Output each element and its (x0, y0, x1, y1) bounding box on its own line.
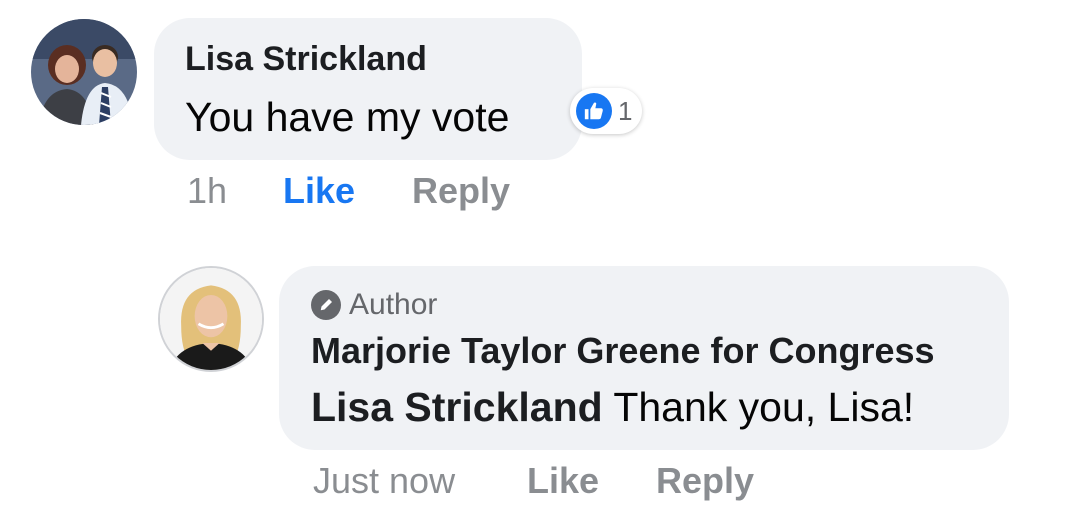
reply-button[interactable]: Reply (412, 170, 510, 212)
like-button[interactable]: Like (283, 170, 355, 212)
comment-timestamp: 1h (187, 170, 228, 211)
pencil-icon (311, 290, 341, 320)
page-avatar[interactable] (158, 266, 264, 372)
thumbs-up-icon (576, 93, 612, 129)
avatar-photo (31, 19, 137, 125)
reply-timestamp: Just now (313, 460, 456, 501)
reaction-count: 1 (618, 95, 633, 126)
avatar-photo (160, 268, 262, 370)
author-badge-label: Author (349, 288, 438, 321)
mention-tag[interactable]: Lisa Strickland (311, 384, 603, 430)
comment-text: You have my vote (185, 94, 510, 140)
author-badge: Author (311, 288, 437, 322)
reply-author-name[interactable]: Marjorie Taylor Greene for Congress (311, 330, 935, 372)
commenter-avatar[interactable] (31, 19, 137, 125)
reaction-summary[interactable]: 1 (570, 88, 643, 134)
reply-text-body: Thank you, Lisa! (613, 384, 915, 430)
reply-text: Lisa Strickland Thank you, Lisa! (311, 384, 914, 431)
comment-author-name[interactable]: Lisa Strickland (185, 40, 427, 79)
reply-button[interactable]: Reply (656, 460, 754, 502)
like-button[interactable]: Like (527, 460, 599, 502)
